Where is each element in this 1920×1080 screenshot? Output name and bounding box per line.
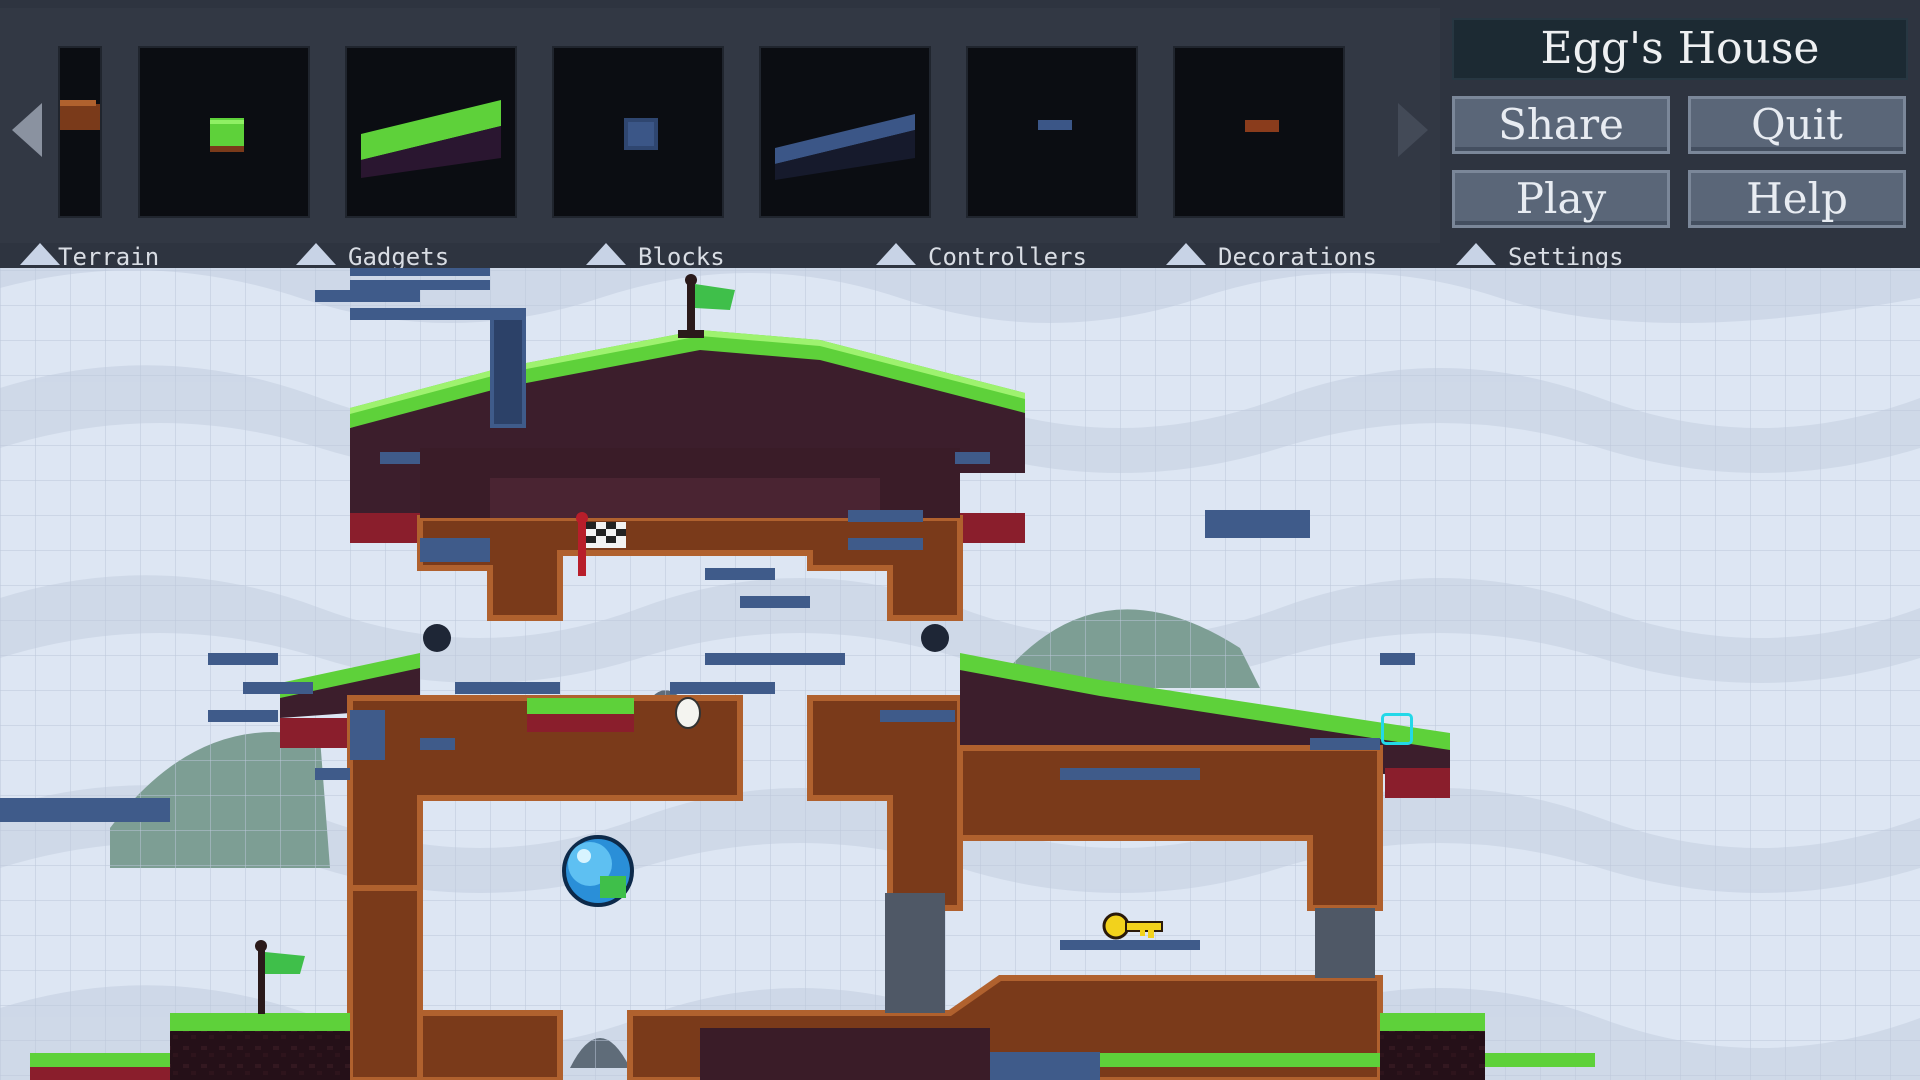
palette-tile-blue-block[interactable]	[552, 46, 724, 218]
tab-terrain[interactable]: Terrain	[58, 243, 159, 271]
tab-settings[interactable]: Settings	[1508, 243, 1624, 271]
tab-notch	[876, 243, 916, 265]
palette-tile-partial[interactable]	[58, 46, 102, 218]
tab-notch	[586, 243, 626, 265]
tab-notch	[1166, 243, 1206, 265]
palette-tile-grass-slope[interactable]	[345, 46, 517, 218]
tab-controllers[interactable]: Controllers	[928, 243, 1087, 271]
blue-platform-icon	[1038, 120, 1072, 130]
play-button[interactable]: Play	[1452, 170, 1670, 228]
level-canvas[interactable]	[0, 268, 1920, 1080]
palette-tile-grass-block[interactable]	[138, 46, 310, 218]
blue-block-icon	[624, 118, 658, 150]
share-button[interactable]: Share	[1452, 96, 1670, 154]
category-tabs: Terrain Gadgets Blocks Controllers Decor…	[0, 243, 1770, 271]
quit-button[interactable]: Quit	[1688, 96, 1906, 154]
tab-notch	[296, 243, 336, 265]
editor-toolbar: Terrain Gadgets Blocks Controllers Decor…	[0, 0, 1920, 271]
tab-gadgets[interactable]: Gadgets	[348, 243, 449, 271]
level-scene	[0, 268, 1920, 1080]
dirt-tile-partial-icon	[60, 100, 100, 130]
tab-blocks[interactable]: Blocks	[638, 243, 725, 271]
tile-palette	[0, 8, 1440, 243]
egg-icon	[675, 697, 701, 729]
palette-tile-brown-platform[interactable]	[1173, 46, 1345, 218]
bolt-icon	[921, 624, 949, 652]
tab-notch	[20, 243, 60, 265]
level-title: Egg's House	[1452, 18, 1908, 80]
tab-decorations[interactable]: Decorations	[1218, 243, 1377, 271]
palette-scroll-right-arrow-icon[interactable]	[1398, 103, 1428, 157]
brown-platform-icon	[1245, 120, 1279, 132]
palette-tile-blue-slope[interactable]	[759, 46, 931, 218]
blue-slope-icon	[775, 114, 915, 180]
placement-cursor[interactable]	[1381, 713, 1413, 745]
bolt-icon	[423, 624, 451, 652]
bubble-orb-icon	[562, 835, 634, 907]
tab-notch	[1456, 243, 1496, 265]
help-button[interactable]: Help	[1688, 170, 1906, 228]
grass-slope-icon	[361, 100, 501, 178]
grass-block-icon	[210, 118, 244, 152]
palette-scroll-left-arrow-icon[interactable]	[12, 103, 42, 157]
palette-tile-blue-platform[interactable]	[966, 46, 1138, 218]
